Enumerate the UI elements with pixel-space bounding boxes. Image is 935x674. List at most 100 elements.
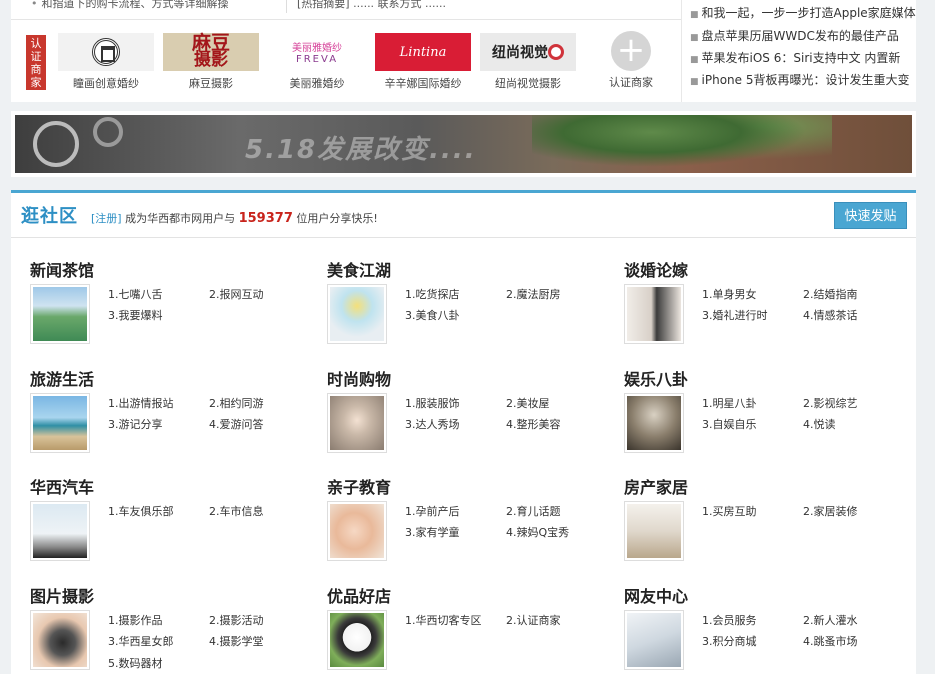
panda-image[interactable]: [327, 610, 387, 670]
section-title[interactable]: 美食江湖: [327, 257, 391, 281]
section-link[interactable]: 3.华西星女郎: [108, 633, 174, 649]
section-link[interactable]: 4.爱游问答: [209, 416, 264, 432]
section-link[interactable]: 1.摄影作品: [108, 612, 163, 628]
top-fragment-left-text[interactable]: 和指道下的购卡流程、方式等详细解操: [42, 0, 229, 10]
ad-banner[interactable]: 5.18发展改变....: [11, 111, 916, 177]
merchant-logo-madou[interactable]: 麻豆 摄影 麻豆摄影: [161, 33, 261, 91]
section-link[interactable]: 4.跳蚤市场: [803, 633, 858, 649]
news-item[interactable]: ■ 盘点苹果历届WWDC发布的最佳产品: [690, 27, 899, 44]
news-item-text[interactable]: 和我一起，一步一步打造Apple家庭媒体: [702, 6, 916, 20]
section-link[interactable]: 2.影视综艺: [803, 395, 858, 411]
microphone-image[interactable]: [624, 393, 684, 453]
section-title[interactable]: 亲子教育: [327, 474, 391, 498]
top-fragment-right[interactable]: [热指摘要] ...... 联系方式 ......: [286, 0, 446, 13]
section-link[interactable]: 1.吃货探店: [405, 286, 460, 302]
section-link[interactable]: 2.育儿话题: [506, 503, 561, 519]
section-link[interactable]: 2.家居装修: [803, 503, 858, 519]
merchant-logo-niushang[interactable]: 纽尚视觉 纽尚视觉摄影: [478, 33, 578, 91]
section-link[interactable]: 3.我要爆料: [108, 307, 163, 323]
section-link[interactable]: 1.七嘴八舌: [108, 286, 163, 302]
fashion-image[interactable]: [327, 393, 387, 453]
section-link[interactable]: 1.服装服饰: [405, 395, 460, 411]
keyboard-image[interactable]: [624, 610, 684, 670]
section-link[interactable]: 3.婚礼进行时: [702, 307, 768, 323]
section-real-estate: 房产家居 1.买房互助 2.家居装修: [624, 474, 914, 574]
news-item-text[interactable]: iPhone 5背板再曝光：设计发生重大变: [702, 73, 910, 87]
section-link[interactable]: 4.摄影学堂: [209, 633, 264, 649]
merchant-name[interactable]: 美丽雅婚纱: [267, 75, 367, 91]
section-link[interactable]: 2.摄影活动: [209, 612, 264, 628]
section-title[interactable]: 新闻茶馆: [30, 257, 94, 281]
resort-image[interactable]: [30, 284, 90, 344]
section-title[interactable]: 房产家居: [624, 474, 688, 498]
section-title[interactable]: 图片摄影: [30, 583, 94, 607]
section-link[interactable]: 1.出游情报站: [108, 395, 174, 411]
section-link[interactable]: 4.情感茶话: [803, 307, 858, 323]
section-link[interactable]: 2.魔法厨房: [506, 286, 561, 302]
merchant-logo-xinxinna[interactable]: Lintina 辛辛娜国际婚纱: [373, 33, 473, 91]
section-title[interactable]: 谈婚论嫁: [624, 257, 688, 281]
add-certified-merchant[interactable]: + 认证商家: [581, 31, 681, 89]
news-item[interactable]: ■ 苹果发布iOS 6：Siri支持中文 内置新: [690, 49, 900, 66]
merchant-logo-meiliya[interactable]: 美丽雅婚纱 FREVA 美丽雅婚纱: [267, 33, 367, 91]
section-title[interactable]: 优品好店: [327, 583, 391, 607]
merchant-logo-tonghua[interactable]: 瞳画创意婚纱: [56, 33, 156, 91]
news-item-text[interactable]: 盘点苹果历届WWDC发布的最佳产品: [702, 29, 899, 43]
section-link[interactable]: 4.辣妈Q宝秀: [506, 524, 569, 540]
section-link[interactable]: 5.数码器材: [108, 655, 163, 671]
section-title[interactable]: 华西汽车: [30, 474, 94, 498]
xinxinna-logo-icon[interactable]: Lintina: [375, 33, 471, 71]
section-link[interactable]: 2.报网互动: [209, 286, 264, 302]
room-image[interactable]: [624, 501, 684, 561]
section-link[interactable]: 2.新人灌水: [803, 612, 858, 628]
tonghua-logo-icon[interactable]: [58, 33, 154, 71]
section-title[interactable]: 旅游生活: [30, 366, 94, 390]
cocktail-image[interactable]: [327, 284, 387, 344]
merchant-name[interactable]: 辛辛娜国际婚纱: [373, 75, 473, 91]
section-link[interactable]: 2.认证商家: [506, 612, 561, 628]
section-link[interactable]: 4.整形美容: [506, 416, 561, 432]
madou-logo-icon[interactable]: 麻豆 摄影: [163, 33, 259, 71]
section-link[interactable]: 4.悦读: [803, 416, 836, 432]
baby-image[interactable]: [327, 501, 387, 561]
banner-image[interactable]: 5.18发展改变....: [15, 115, 912, 173]
beach-image[interactable]: [30, 393, 90, 453]
section-link[interactable]: 3.自娱自乐: [702, 416, 757, 432]
quick-post-button[interactable]: 快速发贴: [834, 202, 907, 229]
section-link[interactable]: 1.会员服务: [702, 612, 757, 628]
niushang-logo-text: 纽尚视觉: [492, 45, 548, 61]
news-item[interactable]: ■ 和我一起，一步一步打造Apple家庭媒体: [690, 4, 916, 21]
section-link[interactable]: 1.车友俱乐部: [108, 503, 174, 519]
section-link[interactable]: 3.游记分享: [108, 416, 163, 432]
section-link[interactable]: 2.美妆屋: [506, 395, 550, 411]
section-link[interactable]: 3.家有学童: [405, 524, 460, 540]
merchant-name[interactable]: 瞳画创意婚纱: [56, 75, 156, 91]
merchant-name[interactable]: 麻豆摄影: [161, 75, 261, 91]
section-link[interactable]: 3.美食八卦: [405, 307, 460, 323]
news-item[interactable]: ■ iPhone 5背板再曝光：设计发生重大变: [690, 71, 909, 88]
camera-image[interactable]: [30, 610, 90, 670]
section-link[interactable]: 2.结婚指南: [803, 286, 858, 302]
niushang-logo-icon[interactable]: 纽尚视觉: [480, 33, 576, 71]
section-title[interactable]: 网友中心: [624, 583, 688, 607]
section-title[interactable]: 娱乐八卦: [624, 366, 688, 390]
section-title[interactable]: 时尚购物: [327, 366, 391, 390]
section-link[interactable]: 3.达人秀场: [405, 416, 460, 432]
plus-icon[interactable]: +: [611, 31, 651, 71]
wedding-image[interactable]: [624, 284, 684, 344]
merchant-name[interactable]: 纽尚视觉摄影: [478, 75, 578, 91]
register-link[interactable]: [注册]: [91, 212, 122, 225]
section-link[interactable]: 3.积分商城: [702, 633, 757, 649]
meiliya-logo-icon[interactable]: 美丽雅婚纱 FREVA: [269, 33, 365, 71]
section-link[interactable]: 1.孕前产后: [405, 503, 460, 519]
add-merchant-label[interactable]: 认证商家: [581, 74, 681, 90]
section-link[interactable]: 1.明星八卦: [702, 395, 757, 411]
section-link[interactable]: 1.单身男女: [702, 286, 757, 302]
news-item-text[interactable]: 苹果发布iOS 6：Siri支持中文 内置新: [702, 51, 901, 65]
section-link[interactable]: 1.买房互助: [702, 503, 757, 519]
section-link[interactable]: 1.华西切客专区: [405, 612, 482, 628]
section-link[interactable]: 2.相约同游: [209, 395, 264, 411]
top-fragment-left[interactable]: • 和指道下的购卡流程、方式等详细解操: [31, 0, 229, 11]
section-link[interactable]: 2.车市信息: [209, 503, 264, 519]
lighthouse-car-image[interactable]: [30, 501, 90, 561]
